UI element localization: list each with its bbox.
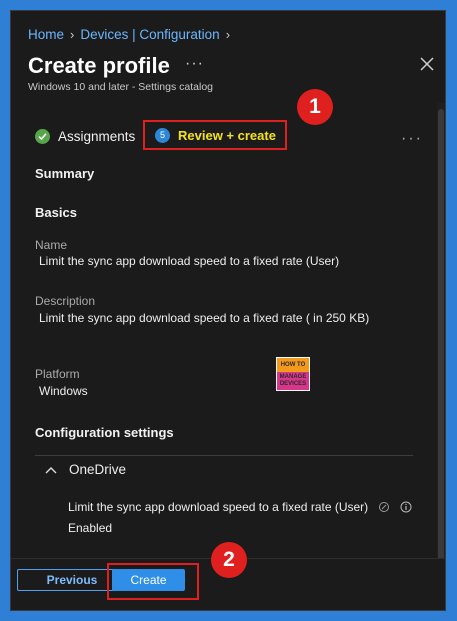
- chevron-up-icon: [45, 466, 57, 473]
- user-scope-icon: [379, 502, 390, 512]
- breadcrumb-home-link[interactable]: Home: [28, 27, 64, 42]
- onedrive-group-toggle[interactable]: OneDrive: [45, 462, 126, 477]
- annotation-badge-1: 1: [297, 89, 333, 125]
- more-options-button[interactable]: ···: [185, 55, 204, 73]
- platform-value: Windows: [39, 384, 88, 398]
- basics-heading: Basics: [35, 205, 77, 220]
- name-label: Name: [35, 238, 68, 252]
- description-value: Limit the sync app download speed to a f…: [39, 311, 370, 325]
- configuration-settings-heading: Configuration settings: [35, 425, 174, 440]
- name-value: Limit the sync app download speed to a f…: [39, 254, 340, 268]
- breadcrumb-devices-configuration-link[interactable]: Devices | Configuration: [80, 27, 219, 42]
- wizard-steps: Assignments 5 Review + create: [35, 120, 287, 150]
- breadcrumb: Home › Devices | Configuration ›: [28, 27, 230, 42]
- chevron-right-icon: ›: [225, 27, 231, 42]
- platform-label: Platform: [35, 367, 80, 381]
- description-label: Description: [35, 294, 96, 308]
- check-circle-icon: [35, 129, 50, 144]
- step-number: 5: [155, 127, 170, 143]
- create-button[interactable]: Create: [112, 569, 185, 591]
- info-icon[interactable]: [400, 501, 412, 513]
- setting-row: Limit the sync app download speed to a f…: [68, 500, 412, 514]
- step-assignments-label: Assignments: [58, 129, 136, 144]
- annotation-badge-2: 2: [211, 542, 247, 578]
- step-review-create-label: Review + create: [178, 127, 276, 143]
- step-assignments[interactable]: Assignments: [35, 129, 135, 144]
- close-icon[interactable]: [419, 56, 435, 72]
- how-to-manage-devices-logo: HOW TO MANAGE DEVICES: [276, 357, 310, 391]
- setting-value: Enabled: [68, 521, 113, 535]
- onedrive-group-label: OneDrive: [69, 462, 127, 477]
- page-subtitle: Windows 10 and later - Settings catalog: [28, 81, 214, 93]
- divider: [35, 455, 413, 456]
- chevron-right-icon: ›: [70, 27, 75, 42]
- scrollbar-thumb[interactable]: [438, 109, 444, 564]
- step-review-create[interactable]: 5 Review + create: [143, 120, 287, 150]
- steps-more-button[interactable]: ···: [401, 130, 423, 148]
- create-profile-blade: Home › Devices | Configuration › Create …: [10, 10, 446, 611]
- summary-heading: Summary: [35, 166, 95, 181]
- page-title: Create profile: [28, 53, 170, 78]
- setting-label: Limit the sync app download speed to a f…: [68, 500, 369, 514]
